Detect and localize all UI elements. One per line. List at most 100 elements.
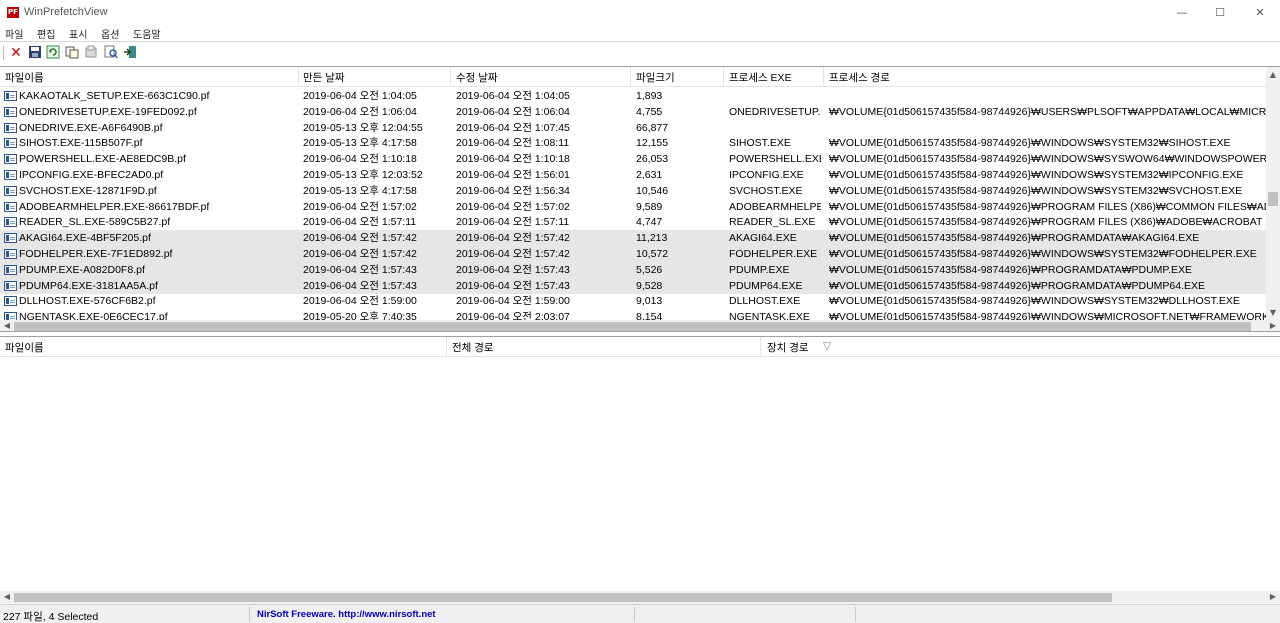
cell-file: ADOBEARMHELPER.EXE-86617BDF.pf <box>19 200 210 213</box>
cell-exe: IPCONFIG.EXE <box>729 169 804 181</box>
cell-exe: FODHELPER.EXE <box>729 248 818 260</box>
column-header-device-path[interactable]: 장치 경로 <box>767 340 809 355</box>
maximize-button[interactable]: ☐ <box>1200 0 1240 26</box>
table-row[interactable]: KAKAOTALK_SETUP.EXE-663C1C90.pf 2019-06-0… <box>0 88 1266 104</box>
cell-modified: 2019-06-04 오전 1:07:45 <box>456 121 570 134</box>
cell-created: 2019-06-04 오전 1:57:11 <box>303 216 417 229</box>
file-reference-list[interactable]: 파일이름 전체 경로 장치 경로 ▽ ◀ ▶ <box>0 336 1280 604</box>
cell-modified: 2019-06-04 오전 1:57:43 <box>456 263 570 276</box>
menu-view[interactable]: 표시 <box>69 26 87 41</box>
cell-exe: PDUMP.EXE <box>729 263 790 276</box>
column-header-size[interactable]: 파일크기 <box>636 70 675 85</box>
vertical-scrollbar[interactable]: ▲ ▼ <box>1266 67 1280 320</box>
horizontal-scrollbar[interactable]: ◀ ▶ <box>0 320 1280 331</box>
cell-exe: POWERSHELL.EXE <box>729 153 821 166</box>
cell-path: ₩VOLUME{01d506157435f584-98744926}₩USERS… <box>829 105 1266 118</box>
menu-file[interactable]: 파일 <box>5 26 23 41</box>
menu-edit[interactable]: 편집 <box>37 26 55 41</box>
cell-file: SIHOST.EXE-115B507F.pf <box>19 137 143 150</box>
scroll-down-arrow[interactable]: ▼ <box>1266 307 1280 319</box>
cell-created: 2019-06-04 오전 1:57:02 <box>303 200 417 213</box>
cell-exe: SIHOST.EXE <box>729 137 791 150</box>
cell-file: ONEDRIVE.EXE-A6F6490B.pf <box>19 121 163 134</box>
sort-indicator-icon: ▽ <box>823 340 832 352</box>
properties-icon[interactable] <box>83 45 99 61</box>
menu-options[interactable]: 옵션 <box>101 26 119 41</box>
refresh-icon[interactable] <box>45 45 61 61</box>
cell-size: 4,755 <box>636 105 663 118</box>
cell-size: 5,526 <box>636 263 663 276</box>
cell-size: 66,877 <box>636 121 669 134</box>
cell-created: 2019-06-04 오전 1:57:43 <box>303 263 417 276</box>
cell-file: READER_SL.EXE-589C5B27.pf <box>19 216 171 229</box>
cell-created: 2019-05-13 오후 4:17:58 <box>303 137 417 150</box>
scroll-right-arrow[interactable]: ▶ <box>1266 320 1280 331</box>
column-header-filename[interactable]: 파일이름 <box>5 340 44 355</box>
prefetch-file-icon <box>4 280 17 291</box>
cell-modified: 2019-06-04 오전 1:06:04 <box>456 105 570 118</box>
cell-path: ₩VOLUME{01d506157435f584-98744926}₩WINDO… <box>829 169 1244 181</box>
exit-icon[interactable] <box>122 45 138 61</box>
cell-modified: 2019-06-04 오전 1:04:05 <box>456 90 570 102</box>
column-header-filename[interactable]: 파일이름 <box>5 70 44 85</box>
cell-created: 2019-05-13 오후 12:04:55 <box>303 121 423 134</box>
table-row[interactable]: DLLHOST.EXE-576CF6B2.pf 2019-06-04 오전 1:5… <box>0 293 1266 309</box>
prefetch-file-list[interactable]: 파일이름 만든 날짜 수정 날짜 파일크기 프로세스 EXE 프로세스 경로 K… <box>0 66 1280 332</box>
cell-path: ₩VOLUME{01d506157435f584-98744926}₩WINDO… <box>829 248 1257 260</box>
table-row[interactable]: ONEDRIVESETUP.EXE-19FED092.pf 2019-06-04 … <box>0 104 1266 120</box>
cell-exe: READER_SL.EXE <box>729 216 816 229</box>
prefetch-file-icon <box>4 233 17 244</box>
cell-size: 9,013 <box>636 295 663 308</box>
scroll-right-arrow[interactable]: ▶ <box>1266 591 1280 603</box>
table-row[interactable]: PDUMP.EXE-A082D0F8.pf 2019-06-04 오전 1:57:… <box>0 261 1266 278</box>
cell-file: PDUMP64.EXE-3181AA5A.pf <box>19 279 158 292</box>
cell-modified: 2019-06-04 오전 1:56:01 <box>456 169 570 181</box>
close-button[interactable]: ✕ <box>1240 0 1280 26</box>
prefetch-file-icon <box>4 249 17 259</box>
cell-modified: 2019-06-04 오전 1:59:00 <box>456 295 570 308</box>
scroll-thumb[interactable] <box>14 593 1112 602</box>
table-row[interactable]: ONEDRIVE.EXE-A6F6490B.pf 2019-05-13 오후 12… <box>0 120 1266 136</box>
scroll-thumb[interactable] <box>14 322 1251 331</box>
copy-icon[interactable] <box>64 45 80 61</box>
horizontal-scrollbar[interactable]: ◀ ▶ <box>0 591 1280 604</box>
menu-help[interactable]: 도움말 <box>133 26 161 41</box>
table-row[interactable]: ADOBEARMHELPER.EXE-86617BDF.pf 2019-06-04… <box>0 199 1266 215</box>
column-header-modified[interactable]: 수정 날짜 <box>456 70 498 85</box>
cell-path: ₩VOLUME{01d506157435f584-98744926}₩WINDO… <box>829 153 1266 166</box>
prefetch-file-icon <box>4 170 17 180</box>
column-header-created[interactable]: 만든 날짜 <box>303 70 345 85</box>
cell-modified: 2019-06-04 오전 1:10:18 <box>456 153 570 166</box>
table-row[interactable]: READER_SL.EXE-589C5B27.pf 2019-06-04 오전 1… <box>0 214 1266 230</box>
cell-size: 11,213 <box>636 232 668 245</box>
table-row[interactable]: AKAGI64.EXE-4BF5F205.pf 2019-06-04 오전 1:5… <box>0 230 1266 247</box>
list-header: 파일이름 전체 경로 장치 경로 ▽ <box>0 337 1280 357</box>
nirsoft-link[interactable]: NirSoft Freeware. http://www.nirsoft.net <box>257 609 436 620</box>
column-header-full-path[interactable]: 전체 경로 <box>452 340 494 355</box>
cell-path: ₩VOLUME{01d506157435f584-98744926}₩PROGR… <box>829 216 1266 229</box>
table-row[interactable]: SIHOST.EXE-115B507F.pf 2019-05-13 오후 4:17… <box>0 135 1266 151</box>
column-header-process-exe[interactable]: 프로세스 EXE <box>729 70 792 85</box>
table-row[interactable]: SVCHOST.EXE-12871F9D.pf 2019-05-13 오후 4:1… <box>0 183 1266 199</box>
cell-modified: 2019-06-04 오전 1:57:42 <box>456 232 570 245</box>
scroll-left-arrow[interactable]: ◀ <box>0 591 14 603</box>
find-icon[interactable] <box>103 45 119 61</box>
cell-exe: PDUMP64.EXE <box>729 279 803 292</box>
delete-icon[interactable]: ✕ <box>8 45 24 61</box>
scroll-thumb[interactable] <box>1268 192 1278 206</box>
prefetch-file-icon <box>4 91 17 101</box>
menu-bar: 파일 편집 표시 옵션 도움말 <box>0 25 1280 41</box>
table-row[interactable]: IPCONFIG.EXE-BFEC2AD0.pf 2019-05-13 오후 12… <box>0 167 1266 183</box>
save-icon[interactable] <box>27 45 43 61</box>
cell-path: ₩VOLUME{01d506157435f584-98744926}₩PROGR… <box>829 279 1206 292</box>
table-row[interactable]: POWERSHELL.EXE-AE8EDC9B.pf 2019-06-04 오전 … <box>0 151 1266 167</box>
prefetch-file-icon <box>4 217 17 228</box>
column-header-process-path[interactable]: 프로세스 경로 <box>829 70 890 85</box>
scroll-up-arrow[interactable]: ▲ <box>1266 69 1280 81</box>
cell-created: 2019-06-04 오전 1:10:18 <box>303 153 417 166</box>
minimize-button[interactable]: — <box>1162 0 1202 26</box>
scroll-left-arrow[interactable]: ◀ <box>0 320 14 331</box>
title-bar: PF WinPrefetchView — ☐ ✕ <box>0 0 1280 26</box>
table-row[interactable]: FODHELPER.EXE-7F1ED892.pf 2019-06-04 오전 1… <box>0 246 1266 262</box>
table-row[interactable]: PDUMP64.EXE-3181AA5A.pf 2019-06-04 오전 1:5… <box>0 277 1266 294</box>
